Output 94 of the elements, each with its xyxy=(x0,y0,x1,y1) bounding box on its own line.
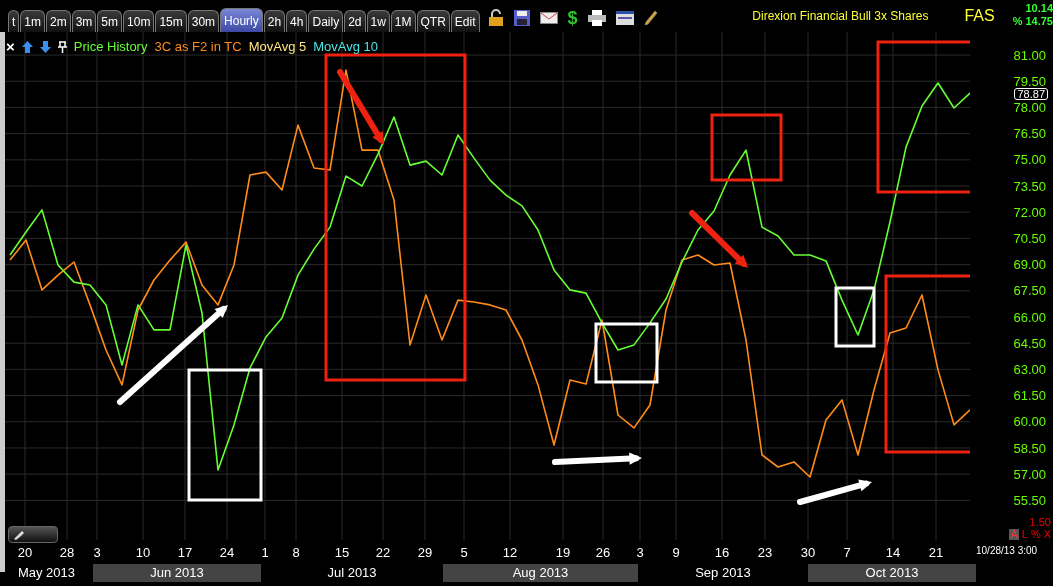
date-label: 14 xyxy=(885,545,901,560)
date-label: 16 xyxy=(714,545,730,560)
price-label: 66.00 xyxy=(1013,310,1046,324)
price-label: 63.00 xyxy=(1013,362,1046,376)
axis-option-button[interactable]: % xyxy=(1030,529,1041,540)
legend-item: 3C as F2 in TC xyxy=(154,39,242,54)
price-label: 79.50 xyxy=(1013,74,1046,88)
price-label: 61.50 xyxy=(1013,389,1046,403)
month-label: Oct 2013 xyxy=(808,564,976,582)
legend-item: Price History xyxy=(73,39,148,54)
date-label: 3 xyxy=(636,545,644,560)
date-label: 1 xyxy=(261,545,269,560)
price-label: 58.50 xyxy=(1013,441,1046,455)
interval-tab[interactable]: 1w xyxy=(366,10,390,32)
interval-tab[interactable]: 30m xyxy=(187,10,220,32)
price-label: 81.00 xyxy=(1013,48,1046,62)
date-label: 20 xyxy=(17,545,33,560)
date-label: 7 xyxy=(843,545,851,560)
interval-tab[interactable]: 4h xyxy=(286,10,308,32)
date-label: 26 xyxy=(595,545,611,560)
price-label: 67.50 xyxy=(1013,284,1046,298)
date-label: 28 xyxy=(59,545,75,560)
date-label: 5 xyxy=(460,545,468,560)
interval-tab[interactable]: Hourly xyxy=(220,8,263,32)
lock-icon[interactable] xyxy=(487,9,504,27)
price-label: 78.00 xyxy=(1013,100,1046,114)
pin-icon[interactable] xyxy=(57,40,67,53)
legend-item: MovAvg 10 xyxy=(313,39,378,54)
price-label: 57.00 xyxy=(1013,467,1046,481)
annotation-arrow xyxy=(689,210,748,268)
legend-item: MovAvg 5 xyxy=(248,39,307,54)
highlight-box xyxy=(834,286,876,348)
ticker-symbol: FAS xyxy=(964,7,995,25)
date-label: 19 xyxy=(555,545,571,560)
price-label: 75.00 xyxy=(1013,153,1046,167)
date-label: 15 xyxy=(334,545,350,560)
dollar-button[interactable]: $ xyxy=(567,7,578,29)
month-label: Sep 2013 xyxy=(694,564,752,582)
price-label: 60.00 xyxy=(1013,415,1046,429)
scale-value: 1.50 xyxy=(1029,516,1051,528)
axis-option-button[interactable]: L xyxy=(1021,529,1028,540)
date-label: 23 xyxy=(757,545,773,560)
security-name: Direxion Financial Bull 3x Shares xyxy=(752,9,929,23)
price-label: 64.50 xyxy=(1013,336,1046,350)
month-label: May 2013 xyxy=(16,564,77,582)
price-label: 70.50 xyxy=(1013,231,1046,245)
interval-tab[interactable]: t xyxy=(8,10,20,32)
close-button[interactable]: × xyxy=(6,38,15,55)
percent-change: % 14.75 xyxy=(1012,15,1053,28)
highlight-box xyxy=(594,322,659,384)
axis-option-button[interactable]: X xyxy=(1043,529,1051,540)
date-label: 17 xyxy=(177,545,193,560)
date-label: 22 xyxy=(375,545,391,560)
date-label: 9 xyxy=(672,545,680,560)
mail-icon[interactable] xyxy=(539,12,558,24)
date-label: 12 xyxy=(502,545,518,560)
interval-tab[interactable]: 10m xyxy=(123,10,155,32)
interval-tab[interactable]: 2d xyxy=(344,10,366,32)
price-label: 69.00 xyxy=(1013,258,1046,272)
interval-tab[interactable]: Edit xyxy=(450,10,480,32)
interval-tab[interactable]: 2h xyxy=(263,10,286,32)
price-label: 76.50 xyxy=(1013,127,1046,141)
interval-tab[interactable]: 15m xyxy=(155,10,187,32)
brush-button[interactable] xyxy=(8,526,58,543)
interval-tab[interactable]: Daily xyxy=(308,10,344,32)
save-icon[interactable] xyxy=(513,10,530,26)
price-change: 10.14 xyxy=(1025,2,1053,15)
date-label: 24 xyxy=(219,545,235,560)
interval-tab[interactable]: 3m xyxy=(71,10,97,32)
brush-icon xyxy=(13,529,25,540)
interval-tab[interactable]: 5m xyxy=(97,10,123,32)
interval-tab[interactable]: 1M xyxy=(390,10,416,32)
pencil-icon[interactable] xyxy=(643,10,658,26)
window-icon[interactable] xyxy=(615,11,634,25)
month-label: Jun 2013 xyxy=(93,564,261,582)
interval-tab[interactable]: QTR xyxy=(416,10,450,32)
last-price-tag: 78.87 xyxy=(1014,88,1048,100)
timestamp: 10/28/13 3:00 xyxy=(976,545,1038,556)
month-label: Jul 2013 xyxy=(326,564,378,582)
month-label: Aug 2013 xyxy=(443,564,638,582)
date-label: 3 xyxy=(93,545,101,560)
price-label: 72.00 xyxy=(1013,205,1046,219)
arrow-up-icon[interactable] xyxy=(21,40,33,53)
interval-tab[interactable]: 1m xyxy=(20,10,45,32)
price-label: 55.50 xyxy=(1013,493,1046,507)
interval-tab[interactable]: 2m xyxy=(46,10,71,32)
date-label: 8 xyxy=(292,545,300,560)
date-label: 21 xyxy=(928,545,944,560)
date-label: 29 xyxy=(417,545,433,560)
date-label: 30 xyxy=(800,545,816,560)
date-label: 10 xyxy=(135,545,151,560)
arrow-down-icon[interactable] xyxy=(39,40,51,53)
price-label: 73.50 xyxy=(1013,179,1046,193)
print-icon[interactable] xyxy=(587,10,606,26)
